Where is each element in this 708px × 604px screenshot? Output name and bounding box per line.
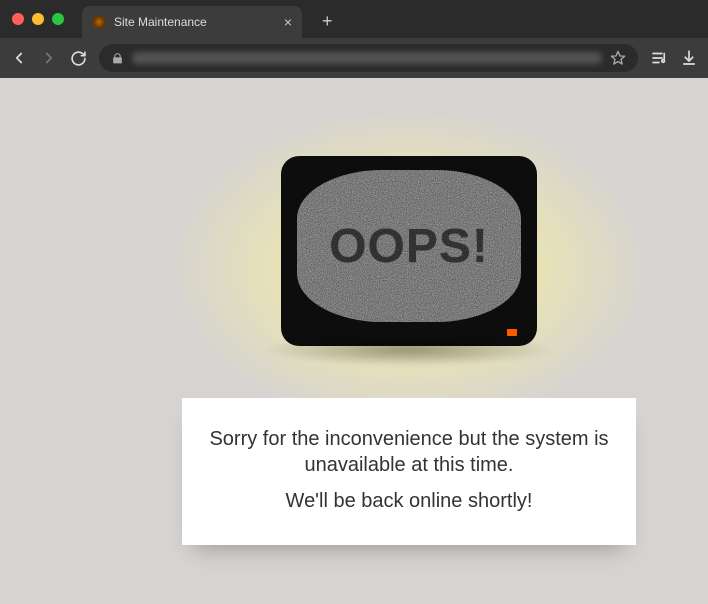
star-icon[interactable] — [610, 50, 626, 66]
window-minimize-button[interactable] — [32, 13, 44, 25]
oops-text: OOPS! — [329, 219, 489, 274]
arrow-left-icon — [10, 49, 28, 67]
tab-title: Site Maintenance — [114, 15, 207, 29]
tv-power-led — [507, 329, 517, 336]
tab-close-icon[interactable]: × — [284, 15, 292, 29]
window-maximize-button[interactable] — [52, 13, 64, 25]
message-line-2: We'll be back online shortly! — [206, 490, 612, 513]
tab-favicon — [92, 15, 106, 29]
message-box: Sorry for the inconvenience but the syst… — [182, 398, 636, 545]
back-button[interactable] — [10, 49, 28, 67]
arrow-right-icon — [40, 49, 58, 67]
tv-graphic: OOPS! — [281, 156, 537, 346]
lock-icon — [111, 52, 124, 65]
reload-button[interactable] — [70, 50, 87, 67]
browser-toolbar — [0, 38, 708, 78]
download-icon — [680, 49, 698, 67]
forward-button[interactable] — [40, 49, 58, 67]
list-music-icon — [650, 49, 668, 67]
browser-tab[interactable]: Site Maintenance × — [82, 6, 302, 38]
reload-icon — [70, 50, 87, 67]
browser-header: Site Maintenance × + — [0, 0, 708, 38]
traffic-lights — [12, 13, 64, 25]
new-tab-button[interactable]: + — [322, 11, 333, 32]
address-bar[interactable] — [99, 44, 638, 72]
tv-screen: OOPS! — [297, 170, 521, 322]
address-url-blurred — [132, 52, 602, 64]
page-content: OOPS! Sorry for the inconvenience but th… — [0, 78, 708, 604]
window-close-button[interactable] — [12, 13, 24, 25]
download-button[interactable] — [680, 49, 698, 67]
reader-mode-button[interactable] — [650, 49, 668, 67]
message-line-1: Sorry for the inconvenience but the syst… — [206, 426, 612, 478]
